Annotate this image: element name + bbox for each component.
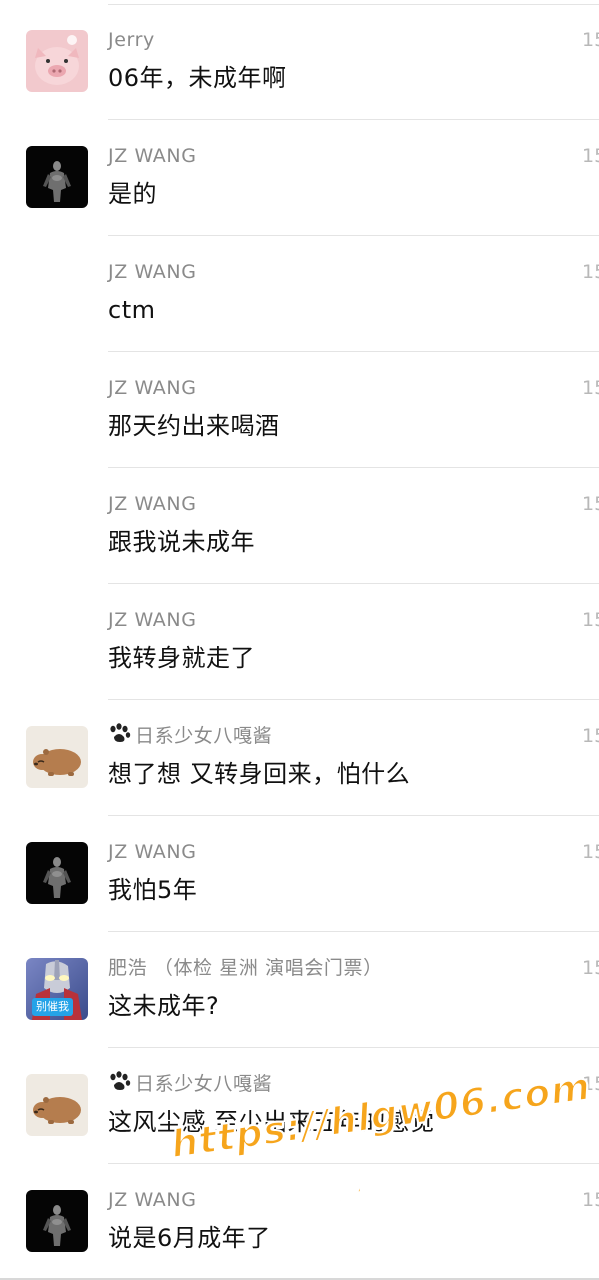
message-text: 想了想 又转身回来，怕什么 — [108, 760, 411, 788]
message-row[interactable]: JZ WANG 跟我说未成年 15 — [0, 468, 599, 584]
sender-name-text: JZ WANG — [108, 145, 197, 167]
sender-name[interactable]: JZ WANG — [108, 1187, 197, 1213]
message-text: 是的 — [108, 180, 157, 208]
sender-name[interactable]: JZ WANG — [108, 607, 197, 633]
message-row[interactable]: JZ WANG 那天约出来喝酒 15 — [0, 352, 599, 468]
avatar[interactable] — [26, 30, 88, 92]
sender-name-text: JZ WANG — [108, 1189, 197, 1211]
sender-name[interactable]: 日系少女八嘎酱 — [108, 1071, 272, 1100]
avatar[interactable]: 别催我 — [26, 958, 88, 1020]
message-text: 我转身就走了 — [108, 644, 255, 672]
message-row[interactable]: JZ WANG 是的 15 — [0, 120, 599, 236]
sender-name[interactable]: JZ WANG — [108, 259, 197, 285]
sender-name[interactable]: JZ WANG — [108, 143, 197, 169]
sender-name-text: JZ WANG — [108, 377, 197, 399]
sender-name[interactable]: 日系少女八嘎酱 — [108, 723, 272, 752]
sender-name[interactable]: JZ WANG — [108, 839, 197, 865]
avatar[interactable] — [26, 146, 88, 208]
message-timestamp: 15 — [582, 1073, 599, 1095]
message-row[interactable]: JZ WANG 我怕5年 15 — [0, 816, 599, 932]
sender-name-text: 肥浩 （体检 星洲 演唱会门票） — [108, 957, 383, 979]
sender-name-text: JZ WANG — [108, 609, 197, 631]
sender-name-text: JZ WANG — [108, 261, 197, 283]
avatar-badge: 别催我 — [32, 998, 73, 1016]
message-row[interactable]: JZ WANG 说是6月成年了 15 — [0, 1164, 599, 1280]
message-text: 跟我说未成年 — [108, 528, 255, 556]
message-row[interactable]: Jerry 06年，未成年啊 15 — [0, 4, 599, 120]
message-row[interactable]: 别催我 肥浩 （体检 星洲 演唱会门票） 这未成年? 15 — [0, 932, 599, 1048]
message-row[interactable]: 日系少女八嘎酱想了想 又转身回来，怕什么 15 — [0, 700, 599, 816]
message-row[interactable]: JZ WANG ctm 15 — [0, 236, 599, 352]
message-timestamp: 15 — [582, 1189, 599, 1211]
sender-name-text: 日系少女八嘎酱 — [135, 1073, 273, 1095]
message-timestamp: 15 — [582, 841, 599, 863]
chat-history-screen: Jerry06年，未成年啊15JZ WANG是的15JZ WANGctm15JZ… — [0, 0, 599, 1280]
avatar[interactable] — [26, 1190, 88, 1252]
message-text: ctm — [108, 296, 156, 324]
avatar[interactable] — [26, 842, 88, 904]
message-text: 说是6月成年了 — [108, 1224, 271, 1252]
message-row[interactable]: JZ WANG 我转身就走了 15 — [0, 584, 599, 700]
sender-name[interactable]: Jerry — [108, 27, 155, 53]
sender-name[interactable]: 肥浩 （体检 星洲 演唱会门票） — [108, 955, 383, 981]
message-timestamp: 15 — [582, 29, 599, 51]
paw-icon — [108, 1071, 132, 1100]
message-text: 那天约出来喝酒 — [108, 412, 280, 440]
sender-name-text: 日系少女八嘎酱 — [135, 725, 273, 747]
message-timestamp: 15 — [582, 145, 599, 167]
paw-icon — [108, 723, 132, 752]
message-timestamp: 15 — [582, 609, 599, 631]
message-text: 06年，未成年啊 — [108, 64, 287, 92]
message-timestamp: 15 — [582, 957, 599, 979]
message-text: 我怕5年 — [108, 876, 198, 904]
message-row[interactable]: 日系少女八嘎酱这风尘感 至少出来五年的感觉 15 — [0, 1048, 599, 1164]
message-timestamp: 15 — [582, 377, 599, 399]
message-list[interactable]: Jerry06年，未成年啊15JZ WANG是的15JZ WANGctm15JZ… — [0, 4, 599, 1280]
avatar[interactable] — [26, 1074, 88, 1136]
message-timestamp: 15 — [582, 725, 599, 747]
message-text: 这未成年? — [108, 992, 220, 1020]
sender-name-text: Jerry — [108, 29, 155, 51]
message-timestamp: 15 — [582, 261, 599, 283]
sender-name[interactable]: JZ WANG — [108, 491, 197, 517]
avatar[interactable] — [26, 726, 88, 788]
sender-name-text: JZ WANG — [108, 493, 197, 515]
sender-name-text: JZ WANG — [108, 841, 197, 863]
message-timestamp: 15 — [582, 493, 599, 515]
sender-name[interactable]: JZ WANG — [108, 375, 197, 401]
message-text: 这风尘感 至少出来五年的感觉 — [108, 1108, 435, 1136]
